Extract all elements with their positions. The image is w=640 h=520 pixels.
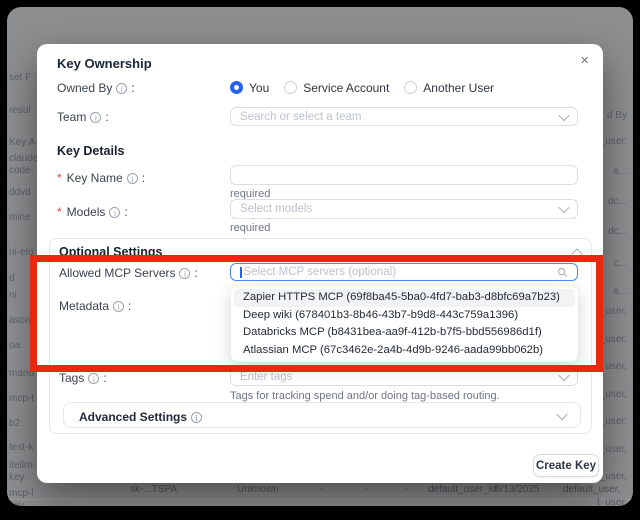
- mcp-dropdown-option[interactable]: Deep wiki (678401b3-8b46-43b7-b9d8-443c7…: [234, 307, 575, 325]
- table-text-fragment: itellm-: [9, 460, 36, 471]
- optional-settings-heading[interactable]: Optional Settings: [59, 245, 162, 259]
- table-cell: -: [365, 484, 368, 495]
- search-icon: [557, 267, 568, 278]
- advanced-settings-heading: Advanced Settingsi: [79, 410, 202, 424]
- table-text-fragment: ni-elo: [9, 247, 33, 258]
- chevron-down-icon: [556, 409, 567, 420]
- info-icon[interactable]: i: [113, 301, 124, 312]
- table-cell: sk-...TSPA: [130, 484, 177, 495]
- radio-label: Service Account: [303, 81, 389, 95]
- table-text-fragment: mine: [9, 212, 31, 223]
- advanced-settings-card[interactable]: Advanced Settingsi: [63, 402, 581, 428]
- table-text-fragment: resul: [9, 105, 31, 116]
- create-key-modal: Key Ownership × Owned Byi: You Service Ac…: [37, 44, 603, 483]
- radio-label: You: [249, 81, 269, 95]
- mcp-servers-dropdown: Zapier HTTPS MCP (69f8ba45-5ba0-4fd7-bab…: [231, 286, 578, 362]
- table-text-fragment: c...: [614, 258, 627, 269]
- chevron-down-icon: [558, 109, 569, 120]
- info-icon[interactable]: i: [90, 112, 101, 123]
- table-text-fragment: t_user,: [597, 497, 627, 506]
- team-select[interactable]: Search or select a team: [230, 107, 578, 126]
- table-cell: Unknown: [237, 484, 279, 495]
- table-text-fragment: _user,: [600, 136, 627, 147]
- table-text-fragment: _user,: [600, 471, 627, 482]
- owned-by-radio-group: You Service Account Another User: [230, 80, 509, 95]
- table-text-fragment: b2: [9, 418, 20, 429]
- radio-option-service-account[interactable]: Service Account: [284, 81, 389, 95]
- allowed-mcp-servers-label: Allowed MCP Serversi:: [59, 266, 198, 280]
- radio-label: Another User: [423, 81, 494, 95]
- mcp-servers-select[interactable]: Select MCP servers (optional): [230, 263, 578, 281]
- table-cell: default_user_id: [428, 484, 496, 495]
- owned-by-label: Owned Byi:: [57, 81, 135, 95]
- table-text-fragment: Key A: [9, 137, 35, 148]
- table-text-fragment: oa: [9, 340, 20, 351]
- mcp-dropdown-option[interactable]: Atlassian MCP (67c3462e-2a4b-4d9b-9246-a…: [234, 342, 575, 360]
- tags-help-text: Tags for tracking spend and/or doing tag…: [230, 390, 500, 402]
- table-cell: -: [405, 484, 408, 495]
- table-text-fragment: _user,: [600, 444, 627, 455]
- chevron-down-icon: [558, 202, 569, 213]
- table-text-fragment: user,: [605, 361, 627, 372]
- table-text-fragment: _user,: [600, 389, 627, 400]
- table-text-fragment: _user,: [600, 416, 627, 427]
- table-text-fragment: ni: [9, 290, 17, 301]
- table-text-fragment: set F: [9, 72, 31, 83]
- create-key-button[interactable]: Create Key: [533, 454, 599, 477]
- modal-title: Key Ownership: [57, 56, 152, 71]
- table-text-fragment: claude: [9, 153, 38, 164]
- table-row-divider: [7, 499, 633, 500]
- radio-unselected-icon: [404, 81, 417, 94]
- mcp-dropdown-option[interactable]: Databricks MCP (b8431bea-aa9f-412b-b7f5-…: [234, 324, 575, 342]
- models-required-hint: required: [230, 222, 270, 234]
- table-text-fragment: a...: [613, 166, 627, 177]
- tags-select[interactable]: Enter tags: [230, 367, 578, 386]
- radio-unselected-icon: [284, 81, 297, 94]
- table-text-fragment: d: [9, 273, 15, 284]
- table-text-fragment: test-k: [9, 442, 33, 453]
- table-text-fragment: ddvd: [9, 187, 31, 198]
- table-cell: default_user,: [563, 484, 620, 495]
- table-cell: -: [320, 484, 323, 495]
- key-details-heading: Key Details: [57, 144, 124, 158]
- table-text-fragment: dc...: [608, 226, 627, 237]
- table-text-fragment: dc...: [608, 196, 627, 207]
- radio-selected-icon: [230, 81, 243, 94]
- info-icon[interactable]: i: [179, 268, 190, 279]
- table-text-fragment: _user,: [600, 334, 627, 345]
- info-icon[interactable]: i: [88, 373, 99, 384]
- info-icon[interactable]: i: [109, 207, 120, 218]
- radio-option-another-user[interactable]: Another User: [404, 81, 494, 95]
- table-text-fragment: key: [9, 500, 25, 506]
- table-cell: 6/13/2025: [495, 484, 540, 495]
- models-label: *Modelsi:: [57, 205, 128, 219]
- info-icon[interactable]: i: [191, 412, 202, 423]
- models-select[interactable]: Select models: [230, 199, 578, 219]
- team-label: Teami:: [57, 110, 109, 124]
- key-name-label: *Key Namei:: [57, 171, 145, 185]
- mcp-dropdown-option[interactable]: Zapier HTTPS MCP (69f8ba45-5ba0-4fd7-bab…: [234, 289, 575, 307]
- close-icon[interactable]: ×: [580, 52, 589, 70]
- table-text-fragment: _user,: [600, 306, 627, 317]
- radio-option-you[interactable]: You: [230, 81, 269, 95]
- table-text-fragment: mcp-t: [9, 393, 34, 404]
- tags-label: Tagsi:: [59, 371, 107, 385]
- required-asterisk: *: [57, 205, 62, 219]
- table-text-fragment: mcp-l: [9, 488, 33, 499]
- table-text-fragment: ason2: [9, 315, 36, 326]
- table-text-fragment: key: [9, 472, 25, 483]
- table-text-fragment: code-: [9, 165, 34, 176]
- table-text-fragment: a...: [613, 286, 627, 297]
- key-name-input[interactable]: [230, 165, 578, 185]
- text-cursor: [240, 267, 242, 278]
- table-text-fragment: d By: [607, 110, 627, 121]
- metadata-label: Metadatai:: [59, 299, 131, 313]
- info-icon[interactable]: i: [127, 173, 138, 184]
- info-icon[interactable]: i: [116, 83, 127, 94]
- chevron-down-icon: [558, 369, 569, 380]
- required-asterisk: *: [57, 171, 62, 185]
- table-text-fragment: manu: [9, 368, 34, 379]
